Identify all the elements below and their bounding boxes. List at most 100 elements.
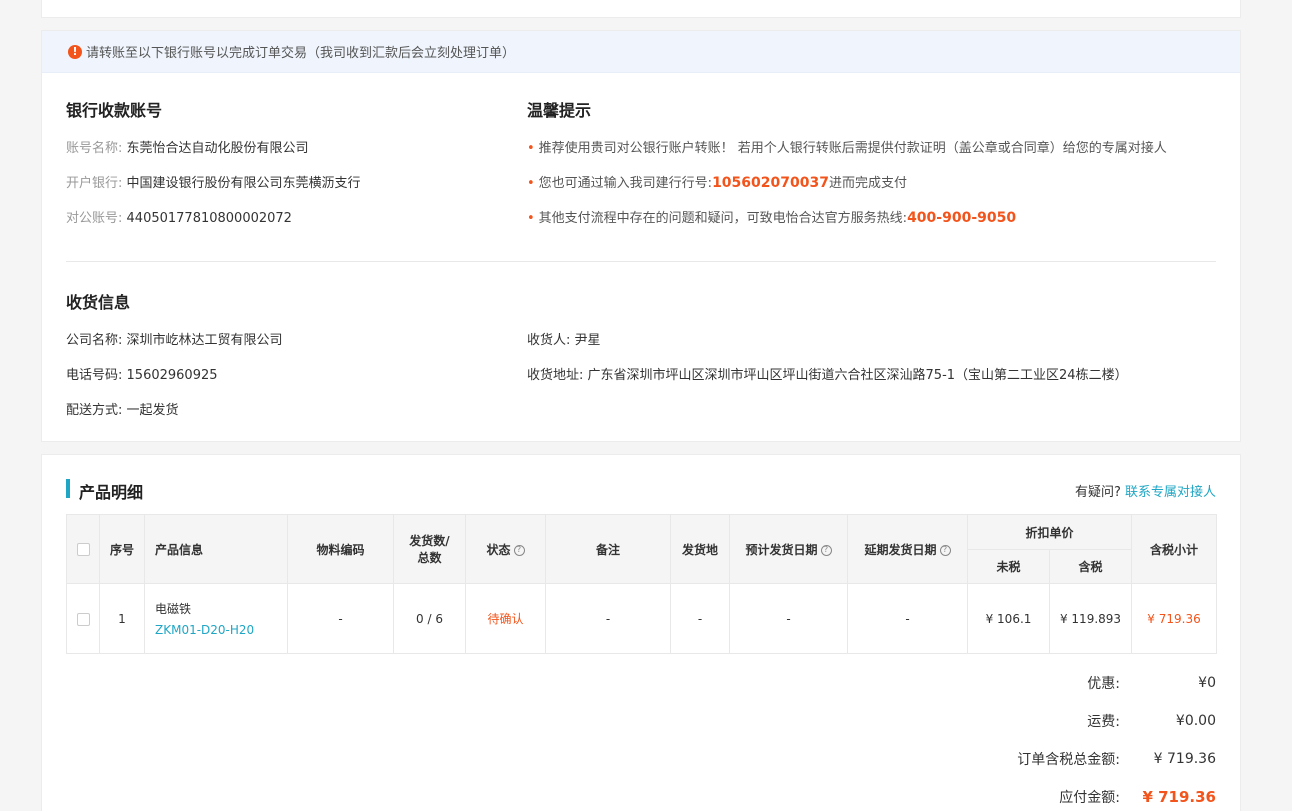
account-no-label: 对公账号: — [66, 211, 123, 226]
help-icon[interactable]: ? — [820, 544, 832, 556]
cell-delay-ship-date: - — [847, 583, 968, 654]
row-checkbox[interactable] — [76, 612, 90, 626]
ship-qty-line2: 总数 — [417, 551, 442, 565]
help-icon[interactable]: ? — [939, 544, 951, 556]
select-all-checkbox[interactable] — [76, 543, 90, 556]
product-detail-card: 产品明细 有疑问? 联系专属对接人 序号 产品信息 物料编码 发货数/ 总数 状… — [41, 454, 1241, 811]
phone-field: 电话号码: 15602960925 — [66, 364, 218, 383]
bank-code: 105602070037 — [712, 175, 829, 191]
account-name-label: 账号名称: — [66, 141, 123, 156]
company-field: 公司名称: 深圳市屹林达工贸有限公司 — [66, 329, 283, 348]
ship-qty-line1: 发货数/ — [409, 534, 450, 548]
tip-item: • 您也可通过输入我司建行行号:105602070037进而完成支付 — [527, 172, 907, 191]
section-accent-bar — [66, 479, 70, 498]
tip-text: 进而完成支付 — [828, 176, 907, 191]
discount-label: 优惠: — [1087, 676, 1120, 692]
cell-remark: - — [545, 583, 671, 654]
col-remark: 备注 — [545, 514, 671, 584]
table-row: 1 电磁铁 ZKM01-D20-H20 - 0 / 6 待确认 - - - - … — [66, 583, 1218, 654]
address-value: 广东省深圳市坪山区深圳市坪山区坪山街道六合社区深汕路75-1（宝山第二工业区24… — [587, 368, 1128, 383]
tip-item: • 其他支付流程中存在的问题和疑问，可致电怡合达官方服务热线:400-900-90… — [527, 207, 1016, 226]
discount-value: ¥0 — [1198, 675, 1216, 691]
bank-section-title: 银行收款账号 — [66, 101, 163, 120]
payable-value: ¥ 719.36 — [1142, 788, 1216, 806]
col-est-ship-date: 预计发货日期? — [729, 514, 848, 584]
freight-value: ¥0.00 — [1175, 713, 1216, 729]
help-icon[interactable]: ? — [513, 544, 525, 556]
product-section-title: 产品明细 — [79, 483, 144, 502]
shipping-section-title: 收货信息 — [66, 293, 131, 312]
account-no-value: 44050177810800002072 — [126, 211, 292, 226]
alert-icon: ! — [68, 44, 82, 59]
receiver-label: 收货人: — [527, 333, 571, 348]
col-origin: 发货地 — [670, 514, 730, 584]
tip-item: • 推荐使用贵司对公银行账户转账！ 若用个人银行转账后需提供付款证明（盖公章或合同… — [527, 137, 1167, 156]
payment-info-card: ! 请转账至以下银行账号以完成订单交易（我司收到汇款后会立刻处理订单） 银行收款… — [41, 30, 1241, 442]
receiver-field: 收货人: 尹星 — [527, 329, 601, 348]
account-name-value: 东莞怡合达自动化股份有限公司 — [126, 141, 309, 156]
status-header-label: 状态 — [486, 542, 511, 557]
product-model-link[interactable]: ZKM01-D20-H20 — [155, 623, 254, 637]
phone-value: 15602960925 — [126, 368, 218, 383]
cell-seq: 1 — [99, 583, 145, 654]
col-subtotal: 含税小计 — [1131, 514, 1218, 584]
payment-notice: ! 请转账至以下银行账号以完成订单交易（我司收到汇款后会立刻处理订单） — [42, 31, 1240, 73]
contact-rep-link[interactable]: 联系专属对接人 — [1125, 485, 1216, 500]
bullet-icon: • — [527, 141, 535, 156]
freight-row: 运费: ¥0.00 — [1087, 711, 1216, 731]
col-material-code: 物料编码 — [287, 514, 394, 584]
est-date-header-label: 预计发货日期 — [745, 542, 818, 557]
tips-section-title: 温馨提示 — [527, 101, 592, 120]
bank-field: 开户银行: 中国建设银行股份有限公司东莞横沥支行 — [66, 172, 361, 191]
tip-text: 您也可通过输入我司建行行号: — [538, 176, 713, 191]
bank-value: 中国建设银行股份有限公司东莞横沥支行 — [126, 176, 361, 191]
address-label: 收货地址: — [527, 368, 584, 383]
order-total-value: ¥ 719.36 — [1153, 751, 1216, 767]
payable-label: 应付金额: — [1059, 790, 1120, 806]
col-price-no-tax: 未税 — [967, 549, 1050, 584]
select-all-cell — [66, 514, 100, 584]
cell-est-ship-date: - — [729, 583, 848, 654]
phone-label: 电话号码: — [66, 368, 123, 383]
col-price-with-tax: 含税 — [1048, 549, 1133, 584]
bullet-icon: • — [527, 211, 535, 226]
previous-card — [41, 0, 1241, 18]
delay-date-header-label: 延期发货日期 — [864, 542, 937, 557]
discount-row: 优惠: ¥0 — [1087, 673, 1216, 693]
cell-subtotal: ¥ 719.36 — [1131, 583, 1218, 654]
delivery-method-value: 一起发货 — [126, 403, 179, 418]
product-table: 序号 产品信息 物料编码 发货数/ 总数 状态? 备注 发货地 预计发货日期? … — [66, 514, 1218, 654]
cell-price-no-tax: ¥ 106.1 — [967, 583, 1050, 654]
col-product-info: 产品信息 — [144, 514, 288, 584]
freight-label: 运费: — [1087, 714, 1120, 730]
bullet-icon: • — [527, 176, 535, 191]
hotline-number: 400-900-9050 — [907, 210, 1017, 226]
company-label: 公司名称: — [66, 333, 123, 348]
row-select-cell — [66, 583, 100, 654]
col-unit-price: 折扣单价 — [966, 514, 1133, 550]
account-name-field: 账号名称: 东莞怡合达自动化股份有限公司 — [66, 137, 309, 156]
cell-status: 待确认 — [465, 583, 546, 654]
cell-origin: - — [670, 583, 730, 654]
delivery-method-field: 配送方式: 一起发货 — [66, 399, 179, 418]
col-status: 状态? — [465, 514, 546, 584]
question-text: 有疑问? — [1074, 485, 1121, 500]
tip-text: 推荐使用贵司对公银行账户转账！ 若用个人银行转账后需提供付款证明（盖公章或合同章… — [538, 141, 1167, 156]
cell-price-with-tax: ¥ 119.893 — [1048, 583, 1133, 654]
address-field: 收货地址: 广东省深圳市坪山区深圳市坪山区坪山街道六合社区深汕路75-1（宝山第… — [527, 364, 1128, 383]
company-value: 深圳市屹林达工贸有限公司 — [126, 333, 283, 348]
cell-product-info: 电磁铁 ZKM01-D20-H20 — [144, 583, 288, 654]
contact-prompt: 有疑问? 联系专属对接人 — [1075, 481, 1216, 500]
cell-ship-qty: 0 / 6 — [393, 583, 466, 654]
col-ship-qty: 发货数/ 总数 — [393, 514, 466, 584]
bank-label: 开户银行: — [66, 176, 123, 191]
order-total-row: 订单含税总金额: ¥ 719.36 — [1017, 749, 1216, 769]
notice-text: 请转账至以下银行账号以完成订单交易（我司收到汇款后会立刻处理订单） — [86, 46, 516, 61]
delivery-method-label: 配送方式: — [66, 403, 123, 418]
col-seq: 序号 — [99, 514, 145, 584]
receiver-value: 尹星 — [574, 333, 601, 348]
cell-material-code: - — [287, 583, 394, 654]
order-total-label: 订单含税总金额: — [1017, 752, 1120, 768]
payable-row: 应付金额: ¥ 719.36 — [1059, 787, 1216, 807]
account-no-field: 对公账号: 44050177810800002072 — [66, 207, 292, 226]
